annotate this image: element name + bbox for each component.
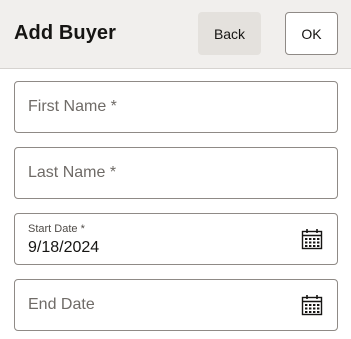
last-name-placeholder: Last Name *: [28, 164, 117, 181]
calendar-icon[interactable]: [301, 228, 323, 250]
end-date-field[interactable]: End Date: [14, 279, 338, 331]
calendar-icon[interactable]: [301, 294, 323, 316]
start-date-label: Start Date *: [28, 223, 85, 235]
first-name-placeholder: First Name *: [28, 98, 117, 115]
first-name-field[interactable]: First Name *: [14, 81, 338, 133]
ok-button[interactable]: OK: [285, 12, 338, 55]
page-title: Add Buyer: [14, 22, 117, 44]
last-name-field[interactable]: Last Name *: [14, 147, 338, 199]
back-button[interactable]: Back: [198, 12, 261, 55]
page-header: Add Buyer Back OK: [0, 0, 351, 69]
end-date-placeholder: End Date: [28, 296, 95, 313]
start-date-field[interactable]: Start Date * 9/18/2024: [14, 213, 338, 265]
start-date-value: 9/18/2024: [28, 239, 100, 256]
